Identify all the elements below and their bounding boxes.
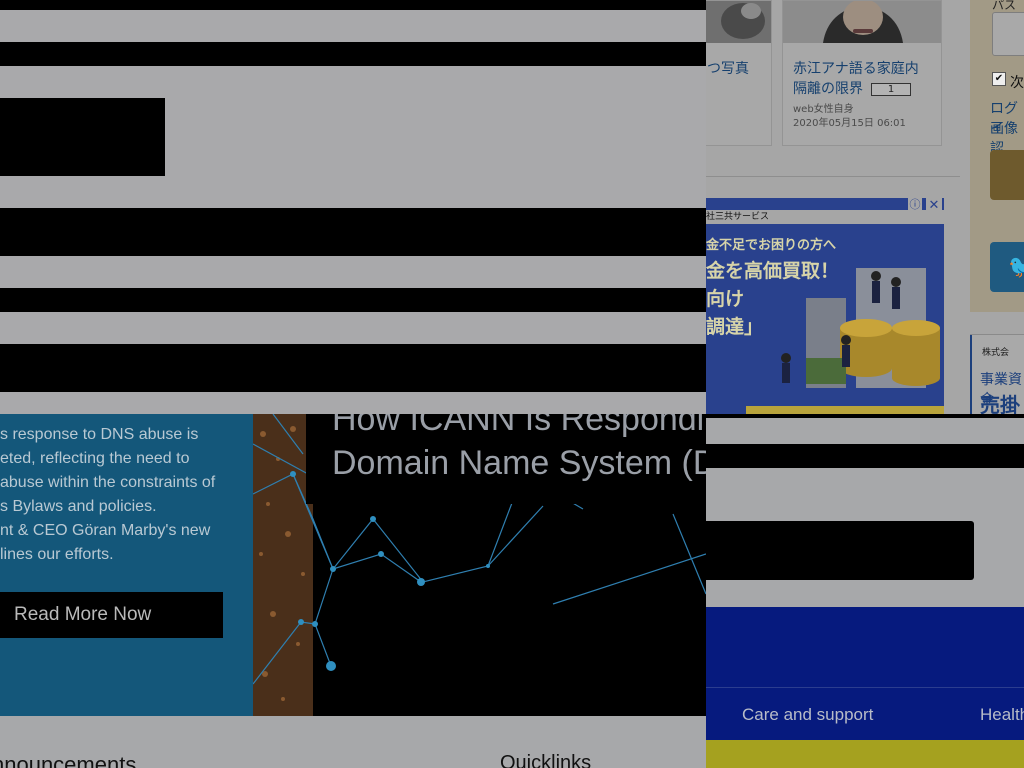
close-icon[interactable]: ✕ <box>926 198 942 212</box>
redaction-bar <box>0 42 706 66</box>
side-ad-text: 売掛 <box>980 393 1020 414</box>
feature-text: lines our efforts. <box>0 546 114 563</box>
news-timestamp: 2020年05月15日 06:01 <box>793 118 906 129</box>
read-more-button[interactable]: Read More Now <box>0 592 223 638</box>
icann-pane: s response to DNS abuse is eted, reflect… <box>0 414 706 768</box>
nav-health[interactable]: Health <box>980 705 1024 725</box>
coin-illustration <box>746 268 944 414</box>
news-title-text[interactable]: 隔離の限界 <box>793 81 863 97</box>
feature-text: s response to DNS abuse is <box>0 426 199 443</box>
quicklinks-heading: Quicklinks <box>500 752 592 768</box>
twitter-icon[interactable]: 🐦 <box>990 242 1024 292</box>
side-ad[interactable]: 株式会 事業資金 売掛 <box>970 334 1024 414</box>
ad-company: 社三共サービス <box>706 210 944 224</box>
jp-portal-pane: つ写真 赤江アナ語る家庭内 隔離の限界 1 web女性自身 2020年05月15日… <box>706 0 1024 414</box>
news-title-line-2[interactable]: 隔離の限界 1 <box>793 79 911 99</box>
news-title[interactable]: つ写真 <box>707 59 749 79</box>
redaction-block <box>0 98 165 176</box>
ad-text: 金不足でお困りの方へ <box>706 238 837 253</box>
news-title-line[interactable]: 赤江アナ語る家庭内 <box>793 59 919 79</box>
redaction-bar <box>0 288 706 312</box>
read-more-label: Read More Now <box>14 604 152 625</box>
redaction-bar <box>0 344 706 392</box>
password-input[interactable] <box>992 12 1024 56</box>
yellow-banner <box>706 740 1024 768</box>
redaction-bar <box>0 208 706 256</box>
divider <box>706 176 960 177</box>
feature-text: nt & CEO Göran Marby's new <box>0 522 211 539</box>
remember-label: 次 <box>1010 75 1024 91</box>
redaction-block <box>706 521 974 580</box>
announcements-heading: nnouncements <box>0 752 137 768</box>
side-ad-company: 株式会 <box>982 348 1010 358</box>
feature-text: eted, reflecting the need to <box>0 450 190 467</box>
care-site-pane: Care and support Health <box>706 414 1024 768</box>
redacted-page-pane <box>0 0 706 414</box>
comment-count-badge[interactable]: 1 <box>871 82 911 96</box>
advertisement-banner[interactable]: 社三共サービス ⓘ ✕ 金不足でお困りの方へ 金を高価買取！ 向け 調達」 <box>706 198 944 414</box>
news-card[interactable]: つ写真 <box>706 0 772 146</box>
info-icon[interactable]: ⓘ <box>908 198 922 212</box>
nav-care-and-support[interactable]: Care and support <box>742 705 873 725</box>
divider <box>706 687 1024 688</box>
redaction-bar <box>706 414 1024 418</box>
feature-text: abuse within the constraints of <box>0 474 216 491</box>
redaction-bar <box>0 0 706 10</box>
news-card[interactable]: 赤江アナ語る家庭内 隔離の限界 1 web女性自身 2020年05月15日 06:… <box>782 0 942 146</box>
remember-checkbox[interactable]: ✔ <box>992 72 1006 86</box>
login-panel: パスワ ✔ 次 ログイ 画像認 🐦 <box>970 0 1024 312</box>
headline-text[interactable]: How ICANN Is Respondi <box>332 414 704 439</box>
news-source: web女性自身 <box>793 104 854 115</box>
headline-box[interactable]: How ICANN Is Respondi Domain Name System… <box>306 414 706 504</box>
news-thumbnail <box>783 1 941 43</box>
feature-panel: s response to DNS abuse is eted, reflect… <box>0 414 253 716</box>
news-thumbnail <box>706 1 771 43</box>
feature-text: s Bylaws and policies. <box>0 498 157 515</box>
login-button[interactable] <box>990 150 1024 200</box>
headline-text[interactable]: Domain Name System (DN <box>332 444 706 483</box>
ad-text: 向け <box>706 288 745 310</box>
redaction-bar <box>706 444 1024 468</box>
